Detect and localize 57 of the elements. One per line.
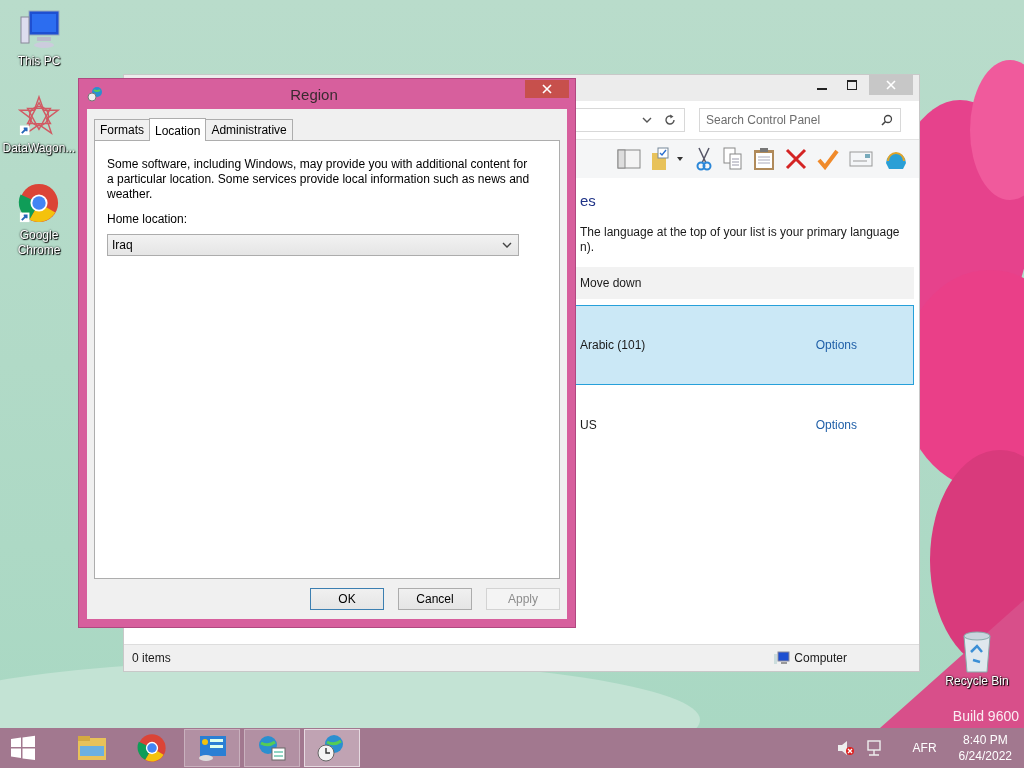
minimize-icon <box>817 87 827 90</box>
recycle-bin-icon[interactable] <box>960 630 994 674</box>
maximize-icon <box>847 80 857 90</box>
search-icon <box>881 114 893 126</box>
taskbar-app[interactable] <box>244 729 300 767</box>
layout-pane-icon[interactable] <box>617 148 641 170</box>
tab[interactable]: Formats <box>94 119 150 140</box>
input-language-indicator[interactable]: AFR <box>912 741 937 755</box>
chevron-down-icon[interactable] <box>642 117 652 123</box>
checkmark-icon[interactable] <box>817 148 839 170</box>
description-text: Some software, including Windows, may provide you with additional content for a particular location. Some services provide local information such as news and weather. <box>107 157 531 202</box>
clipboard-icon[interactable] <box>753 147 775 171</box>
dialog-button[interactable]: OK <box>310 588 384 610</box>
star-pattern-icon[interactable] <box>17 95 61 137</box>
folder-check-icon[interactable] <box>651 147 685 171</box>
folder-icon <box>76 734 108 762</box>
windows-logo-icon[interactable] <box>10 735 36 761</box>
tab[interactable]: Location <box>149 118 207 141</box>
card-icon[interactable] <box>849 150 873 168</box>
chevron-down-icon <box>502 242 512 248</box>
field-label: Home location: <box>107 212 189 226</box>
close-button[interactable] <box>525 80 569 98</box>
refresh-icon[interactable] <box>664 114 676 126</box>
language-name: US <box>580 418 597 432</box>
chrome-icon[interactable] <box>17 182 61 224</box>
copy-icon[interactable] <box>723 147 743 171</box>
close-icon <box>886 80 896 90</box>
watermark-text: Build 9600 <box>952 708 1019 724</box>
chrome-icon <box>137 733 167 763</box>
options-link[interactable]: Options <box>815 338 857 352</box>
move-down-link[interactable]: Move down <box>580 276 642 290</box>
status-item-count: 0 items <box>132 651 171 665</box>
dialog-button[interactable]: Cancel <box>398 588 472 610</box>
globe-clock-icon <box>87 86 103 102</box>
globe-document-icon <box>256 734 288 762</box>
taskbar-app[interactable] <box>184 729 240 767</box>
scissors-icon[interactable] <box>695 147 713 171</box>
network-icon[interactable] <box>864 740 883 756</box>
description-text: n). <box>580 240 595 255</box>
computer-icon <box>774 651 791 665</box>
home-location-dropdown[interactable]: Iraq <box>107 234 519 256</box>
language-name: Arabic (101) <box>580 338 646 352</box>
clock[interactable]: 8:40 PM 6/24/2022 <box>958 732 1012 764</box>
search-field[interactable]: Search Control Panel <box>699 108 901 132</box>
tab[interactable]: Administrative <box>205 119 293 140</box>
computer-icon[interactable] <box>17 8 61 50</box>
section-heading: es <box>580 192 597 209</box>
desktop-icon-label[interactable]: Recycle Bin <box>945 674 1009 689</box>
status-location: Computer <box>794 651 847 665</box>
options-link[interactable]: Options <box>815 418 857 432</box>
close-icon <box>542 84 552 94</box>
dialog-title: Region <box>289 85 339 103</box>
speaker-muted-icon[interactable] <box>836 740 855 756</box>
control-panel-icon <box>196 734 228 762</box>
taskbar-app[interactable] <box>304 729 360 767</box>
description-text: The language at the top of your list is your primary language <box>580 225 901 240</box>
x-mark-icon[interactable] <box>785 148 807 170</box>
